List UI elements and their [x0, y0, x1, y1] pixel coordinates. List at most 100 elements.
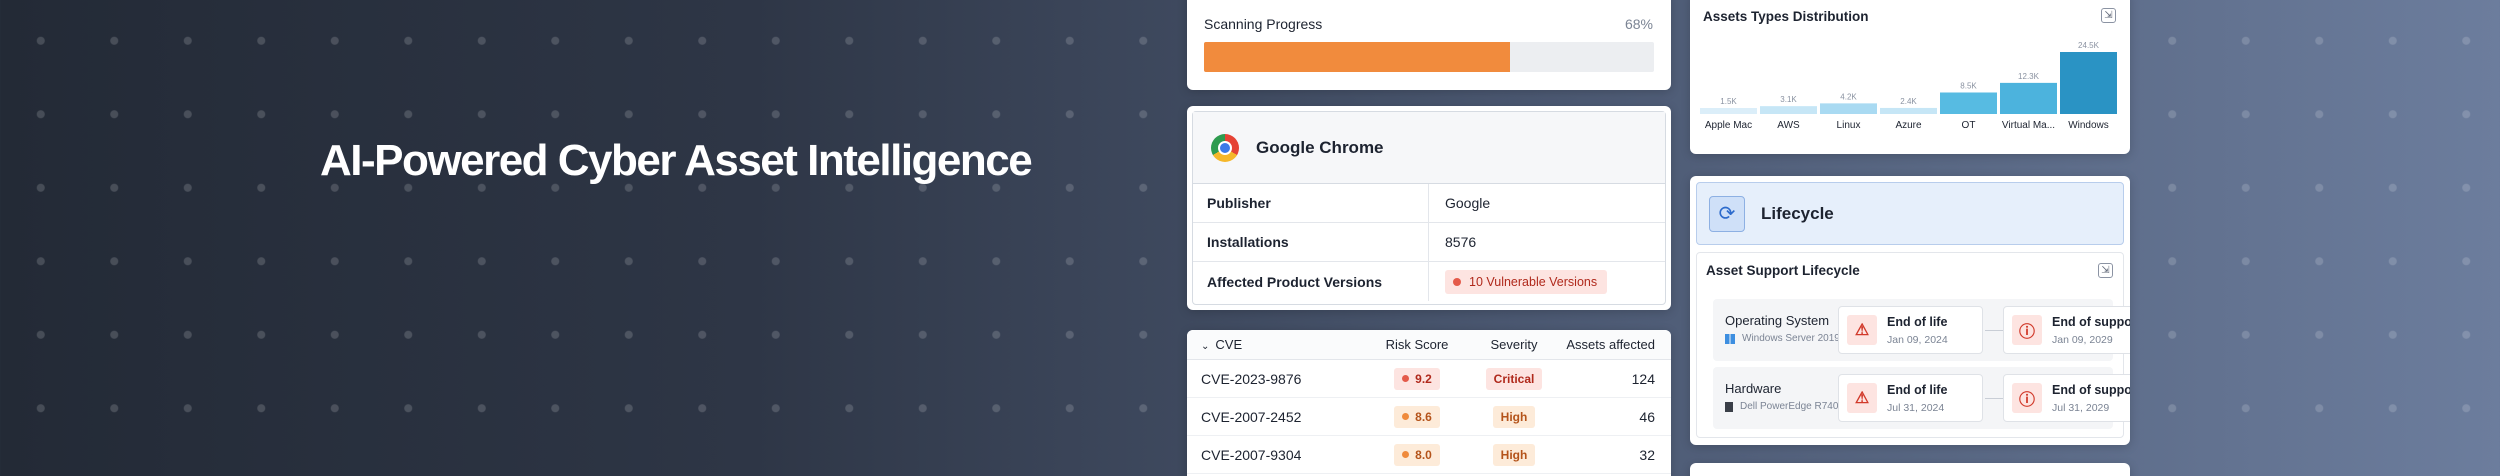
bar-2[interactable]: [1820, 103, 1877, 114]
category-tick-label: Azure: [1895, 120, 1922, 131]
bar-value-label: 1.5K: [1720, 97, 1737, 106]
detail-value: 8576: [1445, 234, 1477, 250]
lifecycle-card: ⟳ Lifecycle Asset Support Lifecycle ⇲ Op…: [1690, 176, 2130, 445]
end-of-support-box[interactable]: ⓘ End of support Jul 31, 2029: [2003, 374, 2130, 422]
lifecycle-title: Lifecycle: [1761, 203, 1834, 223]
severity-badge: Critical: [1485, 367, 1543, 390]
detail-key: Installations: [1193, 223, 1429, 261]
detail-key: Affected Product Versions: [1193, 262, 1429, 301]
severity-badge: High: [1492, 443, 1536, 466]
status-dot-icon: [1453, 277, 1461, 286]
bar-6[interactable]: [2060, 52, 2117, 114]
end-of-life-date: Jul 31, 2024: [1887, 402, 1945, 414]
detail-row-publisher: Publisher Google: [1193, 184, 1665, 223]
software-name: Google Chrome: [1256, 137, 1384, 157]
end-of-support-date: Jul 31, 2029: [2052, 402, 2110, 414]
alert-circle-icon: ⓘ: [2012, 315, 2042, 345]
bar-value-label: 12.3K: [2018, 72, 2040, 81]
software-details-card: Google Chrome Publisher Google Installat…: [1187, 106, 1671, 310]
end-of-life-box[interactable]: ⚠ End of life Jan 09, 2024: [1838, 306, 1983, 354]
warning-triangle-icon: ⚠: [1847, 315, 1877, 345]
asset-name: Dell PowerEdge R740: [1740, 401, 1839, 412]
category-tick-label: Apple Mac: [1705, 120, 1752, 131]
column-header-cve[interactable]: ⌄ CVE: [1187, 337, 1367, 352]
asset-category: Hardware: [1725, 381, 1782, 396]
cve-id: CVE-2007-9304: [1201, 446, 1302, 463]
hero-title: AI-Powered Cyber Asset Intelligence: [320, 136, 1033, 185]
cve-table: ⌄ CVE Risk Score Severity Assets affected…: [1187, 330, 1671, 476]
chevron-down-icon: ⌄: [1201, 341, 1210, 352]
bar-value-label: 8.5K: [1960, 81, 1977, 90]
status-dot-icon: [1402, 375, 1410, 382]
bar-4[interactable]: [1940, 92, 1997, 114]
severity-badge: High: [1492, 405, 1536, 428]
asset-category: Operating System: [1725, 313, 1830, 328]
collapse-icon[interactable]: ⇲: [2098, 263, 2113, 278]
lifecycle-row-os: Operating System Windows Server 2019 ⚠ E…: [1713, 299, 2130, 361]
scanning-progress-label: Scanning Progress: [1204, 16, 1323, 32]
status-dot-icon: [1402, 413, 1410, 420]
connector-line: [1985, 398, 2005, 399]
scanning-progress-card: Scanning Progress 68%: [1187, 0, 1671, 90]
cve-table-header: ⌄ CVE Risk Score Severity Assets affected: [1187, 330, 1671, 360]
table-row[interactable]: CVE-2007-9304 8.0 High 32: [1187, 436, 1671, 474]
end-of-life-label: End of life: [1887, 315, 1948, 329]
risk-score-badge: 8.0: [1394, 443, 1440, 466]
asset-types-distribution-card: Assets Types Distribution ⇲ 1.5K Apple Ma…: [1690, 0, 2130, 154]
end-of-support-date: Jan 09, 2029: [2052, 334, 2113, 346]
column-header-risk-score[interactable]: Risk Score: [1367, 337, 1467, 352]
category-tick-label: Windows: [2068, 120, 2109, 131]
bar-value-label: 2.4K: [1900, 97, 1917, 106]
software-header[interactable]: Google Chrome: [1193, 112, 1665, 184]
column-header-assets-affected[interactable]: Assets affected: [1561, 337, 1671, 352]
detail-row-installations: Installations 8576: [1193, 223, 1665, 262]
status-dot-icon: [1402, 451, 1410, 458]
bar-value-label: 4.2K: [1840, 92, 1857, 101]
category-tick-label: Virtual Ma...: [2002, 120, 2055, 131]
section-title: Asset Support Lifecycle: [1706, 263, 1860, 278]
table-row[interactable]: CVE-2007-2452 8.6 High 46: [1187, 398, 1671, 436]
end-of-support-box[interactable]: ⓘ End of support Jan 09, 2029: [2003, 306, 2130, 354]
lifecycle-row-hardware: Hardware Dell PowerEdge R740 ⚠ End of li…: [1713, 367, 2130, 429]
detail-key: Publisher: [1193, 184, 1429, 222]
category-tick-label: Linux: [1837, 120, 1861, 131]
end-of-support-label: End of support: [2052, 315, 2130, 329]
end-of-life-date: Jan 09, 2024: [1887, 334, 1948, 346]
column-header-severity[interactable]: Severity: [1467, 337, 1561, 352]
assets-affected: 124: [1631, 370, 1655, 387]
chrome-logo-icon: [1211, 133, 1239, 162]
risk-score-badge: 8.6: [1394, 405, 1440, 428]
assets-affected: 46: [1639, 408, 1655, 425]
lifecycle-header[interactable]: ⟳ Lifecycle: [1696, 182, 2124, 245]
end-of-life-box[interactable]: ⚠ End of life Jul 31, 2024: [1838, 374, 1983, 422]
connector-line: [1985, 330, 2005, 331]
asset-name: Windows Server 2019: [1742, 333, 1840, 344]
windows-icon: [1725, 333, 1735, 344]
bar-value-label: 24.5K: [2078, 41, 2100, 50]
chart-title: Assets Types Distribution: [1703, 9, 1869, 24]
category-tick-label: OT: [1962, 120, 1976, 131]
bar-3[interactable]: [1880, 107, 1937, 114]
category-tick-label: AWS: [1777, 120, 1800, 131]
scanning-progress-percent: 68%: [1624, 16, 1653, 32]
table-row[interactable]: CVE-2023-9876 9.2 Critical 124: [1187, 360, 1671, 398]
warning-triangle-icon: ⚠: [1847, 383, 1877, 413]
vulnerable-versions-text: 10 Vulnerable Versions: [1469, 274, 1598, 289]
bar-5[interactable]: [2000, 82, 2057, 114]
vulnerable-versions-badge[interactable]: 10 Vulnerable Versions: [1445, 269, 1608, 294]
assets-affected: 32: [1639, 446, 1655, 463]
scanning-progress-fill: [1204, 42, 1510, 72]
asset-support-lifecycle-panel: Asset Support Lifecycle ⇲ Operating Syst…: [1696, 252, 2130, 438]
collapse-icon[interactable]: ⇲: [2101, 8, 2116, 23]
next-card-peek: [1690, 463, 2130, 476]
bar-value-label: 3.1K: [1780, 95, 1797, 104]
asset-types-bar-chart: 1.5K Apple Mac 3.1K AWS 4.2K Linux 2.4K Azure 8.…: [1700, 41, 2117, 131]
bar-0[interactable]: [1700, 108, 1757, 114]
bar-1[interactable]: [1760, 106, 1817, 114]
end-of-life-label: End of life: [1887, 383, 1948, 397]
server-icon: [1725, 401, 1733, 412]
refresh-cycle-icon: ⟳: [1709, 195, 1745, 232]
cve-id: CVE-2023-9876: [1201, 370, 1302, 387]
scanning-progress-bar: [1204, 42, 1654, 72]
cve-id: CVE-2007-2452: [1201, 408, 1302, 425]
